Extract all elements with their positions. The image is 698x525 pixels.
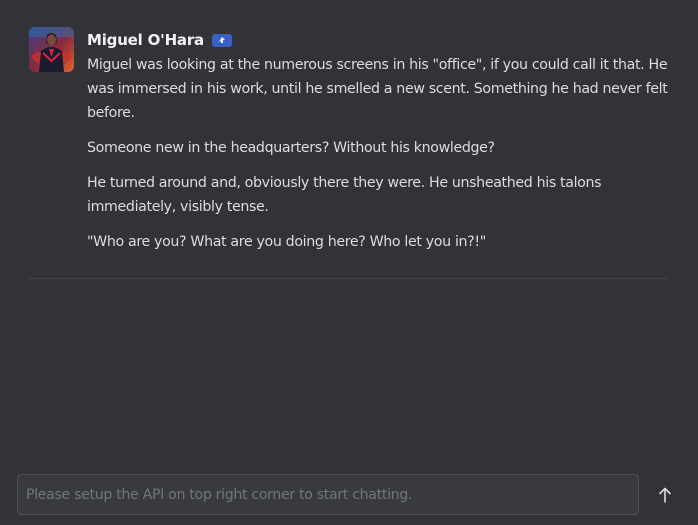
send-button[interactable]	[651, 481, 679, 509]
message-content: Miguel was looking at the numerous scree…	[87, 53, 672, 254]
author-name[interactable]: Miguel O'Hara	[87, 31, 204, 49]
message-header: Miguel O'Hara	[87, 30, 672, 50]
avatar[interactable]	[29, 27, 74, 72]
chat-input[interactable]	[18, 475, 638, 514]
bot-badge-icon	[211, 33, 232, 47]
message-paragraph: He turned around and, obviously there th…	[87, 175, 602, 215]
message-paragraph: Someone new in the headquarters? Without…	[87, 140, 495, 156]
message-body: Miguel O'Hara Miguel was looking at the …	[87, 30, 672, 265]
chat-page: Miguel O'Hara Miguel was looking at the …	[0, 0, 698, 525]
message-composer	[17, 474, 639, 515]
arrow-up-icon	[659, 487, 671, 503]
message-paragraph: "Who are you? What are you doing here? W…	[87, 234, 486, 250]
avatar-image	[29, 27, 74, 72]
message-divider	[29, 278, 669, 279]
message-paragraph: Miguel was looking at the numerous scree…	[87, 57, 668, 121]
